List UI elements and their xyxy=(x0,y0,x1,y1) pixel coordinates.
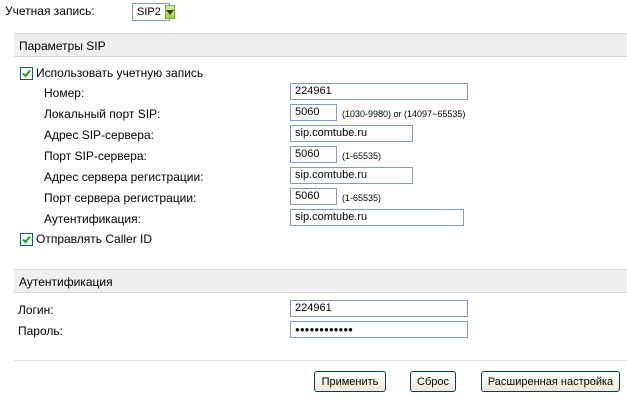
sip-server-address-input[interactable]: sip.comtube.ru xyxy=(290,125,413,142)
registrar-address-input[interactable]: sip.comtube.ru xyxy=(290,167,413,184)
caller-id-checkbox[interactable] xyxy=(20,233,33,246)
registrar-port-label: Порт сервера регистрации: xyxy=(44,191,197,205)
use-account-checkbox[interactable] xyxy=(20,67,33,80)
sip-server-address-label: Адрес SIP-сервера: xyxy=(44,128,154,142)
account-select-value: SIP2 xyxy=(137,6,161,18)
local-sip-port-hint: (1030-9980) or (14097~65535) xyxy=(342,109,466,119)
password-label: Пароль: xyxy=(18,324,63,338)
sip-server-port-label: Порт SIP-сервера: xyxy=(44,149,147,163)
checkmark-icon xyxy=(22,69,31,78)
divider xyxy=(14,360,627,361)
sip-params-title: Параметры SIP xyxy=(19,39,106,53)
number-input[interactable]: 224961 xyxy=(290,83,468,100)
checkmark-icon xyxy=(22,235,31,244)
local-sip-port-label: Локальный порт SIP: xyxy=(44,107,161,121)
advanced-settings-button[interactable]: Расширенная настройка xyxy=(481,371,620,392)
number-label: Номер: xyxy=(44,86,85,100)
apply-button[interactable]: Применить xyxy=(314,371,386,392)
password-input[interactable]: ●●●●●●●●●●●● xyxy=(290,321,468,338)
account-label: Учетная запись: xyxy=(5,4,95,18)
local-sip-port-input[interactable]: 5060 xyxy=(290,104,337,121)
sip-server-port-input[interactable]: 5060 xyxy=(290,146,337,163)
authentication-input[interactable]: sip.comtube.ru xyxy=(290,209,464,226)
sip-server-port-hint: (1-65535) xyxy=(342,151,382,161)
reset-button[interactable]: Сброс xyxy=(410,371,456,392)
auth-title: Аутентификация xyxy=(19,275,113,289)
caller-id-label: Отправлять Caller ID xyxy=(36,232,153,246)
sip-params-header: Параметры SIP xyxy=(14,33,627,57)
auth-header: Аутентификация xyxy=(14,269,627,293)
registrar-address-label: Адрес сервера регистрации: xyxy=(44,170,204,184)
authentication-label: Аутентификация: xyxy=(44,212,141,226)
chevron-down-icon xyxy=(164,5,175,19)
login-input[interactable]: 224961 xyxy=(290,300,468,317)
registrar-port-hint: (1-65535) xyxy=(342,193,382,203)
use-account-label: Использовать учетную запись xyxy=(36,66,204,80)
registrar-port-input[interactable]: 5060 xyxy=(290,188,337,205)
login-label: Логин: xyxy=(18,303,54,317)
account-select[interactable]: SIP2 xyxy=(132,3,175,21)
